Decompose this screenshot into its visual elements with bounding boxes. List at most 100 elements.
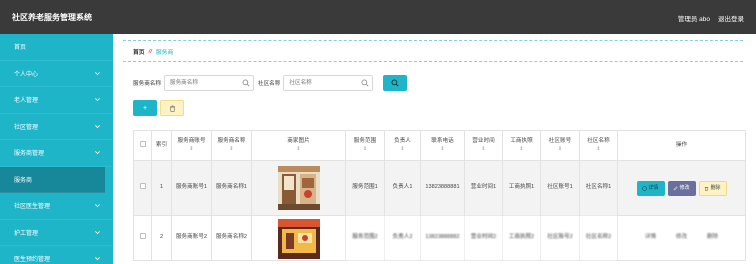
column-title: 负责人 (394, 138, 411, 145)
sidebar-item-provider[interactable]: 服务商 (0, 166, 105, 193)
column-header[interactable]: 社区名称 ⇕ (579, 130, 618, 161)
edit-button[interactable]: 修改 (668, 234, 696, 242)
column-header[interactable]: 服务商名称 ⇕ (211, 130, 252, 161)
sort-icon: ⇕ (481, 145, 486, 152)
shop-image[interactable] (277, 219, 320, 259)
breadcrumb-separator: // (148, 48, 152, 55)
cell-phone: 13823888881 (420, 160, 465, 216)
sidebar-item-label: 老人管理 (14, 98, 39, 105)
sort-icon: ⇕ (596, 145, 601, 152)
divider (123, 40, 743, 41)
cell-account: 服务商账号2 (171, 215, 212, 261)
cell-community-account: 社区账号1 (540, 160, 580, 216)
current-user[interactable]: 管理员 abo (678, 13, 710, 23)
row-actions: 详情 修改 删除 (620, 234, 743, 242)
sidebar-item-label: 医生预约管理 (14, 257, 51, 264)
column-title: 服务范围 (353, 138, 377, 145)
sidebar-item-doctor[interactable]: 社区医生管理 (0, 193, 113, 220)
batch-delete-button[interactable] (160, 100, 184, 116)
provider-name-input[interactable] (163, 75, 254, 91)
column-header[interactable]: 服务商账号 ⇕ (171, 130, 212, 161)
sidebar-item-provider-management[interactable]: 服务商管理 (0, 140, 113, 167)
cell-actions: 详情 修改 删除 (617, 215, 746, 261)
cell-index: 1 (151, 160, 172, 216)
delete-button[interactable]: 删除 (698, 180, 727, 196)
breadcrumb-current: 服务商 (155, 50, 174, 56)
sidebar-item-label: 社区管理 (14, 124, 39, 131)
edit-button[interactable]: 修改 (667, 180, 696, 196)
sidebar-item-caregiver[interactable]: 护工管理 (0, 220, 113, 246)
trash-icon (705, 186, 709, 191)
search-icon (391, 79, 399, 87)
detail-button[interactable]: 详情 (636, 180, 665, 196)
column-header[interactable]: 社区账号 ⇕ (540, 130, 580, 161)
detail-button[interactable]: 详情 (637, 234, 665, 242)
sort-icon: ⇕ (519, 145, 524, 152)
column-title: 服务商账号 (177, 138, 206, 145)
community-name-input[interactable] (283, 75, 374, 91)
select-all-checkbox[interactable] (139, 140, 146, 147)
column-header[interactable]: 负责人 ⇕ (384, 130, 421, 161)
chevron-down-icon (95, 230, 100, 234)
sidebar-item-community[interactable]: 社区管理 (0, 114, 113, 140)
delete-label: 删除 (710, 184, 721, 191)
column-header[interactable]: 营业时间 ⇕ (464, 130, 503, 161)
chevron-down-icon (95, 124, 100, 128)
cell-community-name: 社区名称1 (579, 160, 618, 216)
column-title: 商家图片 (287, 138, 310, 145)
cell-scope: 服务范围2 (345, 215, 385, 261)
table-row: 2 服务商账号2 服务商名称2 服务范围2 负责人2 13823888882 营… (133, 215, 746, 261)
sort-icon: ⇕ (400, 145, 405, 152)
column-header[interactable]: 服务范围 ⇕ (345, 130, 385, 161)
row-select-cell (133, 215, 152, 261)
column-title: 社区账号 (548, 138, 572, 145)
edit-label: 修改 (679, 184, 690, 191)
sort-icon: ⇕ (362, 145, 368, 152)
edit-icon (674, 185, 679, 190)
column-header[interactable]: 商家图片 ⇕ (251, 130, 346, 161)
row-checkbox[interactable] (139, 233, 146, 240)
column-header: 索引 (151, 130, 172, 161)
search-icon (361, 79, 369, 87)
cell-community-account: 社区账号2 (540, 215, 580, 261)
cell-actions: 详情 修改 删除 (617, 160, 746, 216)
sidebar-item-elderly[interactable]: 老人管理 (0, 87, 113, 114)
table-header-row: 索引 服务商账号 ⇕ 服务商名称 ⇕ 商家图片 ⇕ 服务范围 ⇕ 负责人 ⇕ 联系电话 ⇕ … (133, 130, 746, 161)
cell-manager: 负责人1 (384, 160, 421, 216)
column-title: 社区名称 (587, 138, 610, 145)
cell-license: 工商执照1 (502, 160, 541, 216)
cell-phone: 13823888882 (420, 215, 465, 261)
sidebar-item-appointment[interactable]: 医生预约管理 (0, 246, 113, 264)
community-name-field (283, 75, 374, 91)
logout-link[interactable]: 退出登录 (718, 13, 744, 23)
sidebar-item-home[interactable]: 首页 (0, 34, 113, 61)
cell-image (251, 215, 346, 261)
search-button[interactable] (383, 75, 408, 91)
cell-hours: 营业时间1 (464, 160, 503, 216)
cell-name: 服务商名称2 (211, 215, 252, 261)
cell-index: 2 (151, 215, 172, 261)
sidebar-item-label: 社区医生管理 (14, 204, 51, 211)
column-header[interactable]: 联系电话 ⇕ (420, 130, 465, 161)
chevron-down-icon (95, 71, 100, 75)
search-bar: 服务商名称 社区名称 (133, 75, 408, 91)
app-title: 社区养老服务管理系统 (12, 13, 92, 22)
delete-button[interactable]: 删除 (699, 234, 727, 242)
table-row: 1 服务商账号1 服务商名称1 服务范围1 负责人1 13823888881 营… (133, 160, 746, 216)
sidebar-item-label: 护工管理 (14, 230, 39, 237)
row-checkbox[interactable] (139, 183, 146, 190)
sidebar-item-label: 服务商管理 (14, 151, 45, 158)
sort-icon: ⇕ (296, 145, 301, 152)
chevron-down-icon (95, 257, 100, 261)
cell-hours: 营业时间2 (464, 215, 503, 261)
chevron-down-icon (95, 151, 100, 155)
breadcrumb-home[interactable]: 首页 (133, 47, 145, 56)
column-header[interactable]: 工商执照 ⇕ (502, 130, 541, 161)
sidebar-item-personal-center[interactable]: 个人中心 (0, 61, 113, 87)
add-button[interactable]: + (133, 100, 157, 116)
shop-image[interactable] (277, 166, 320, 210)
column-title: 服务商名称 (217, 138, 246, 145)
divider (123, 61, 743, 62)
top-bar: 社区养老服务管理系统 管理员 abo 退出登录 (0, 0, 756, 34)
trash-icon (169, 105, 175, 112)
